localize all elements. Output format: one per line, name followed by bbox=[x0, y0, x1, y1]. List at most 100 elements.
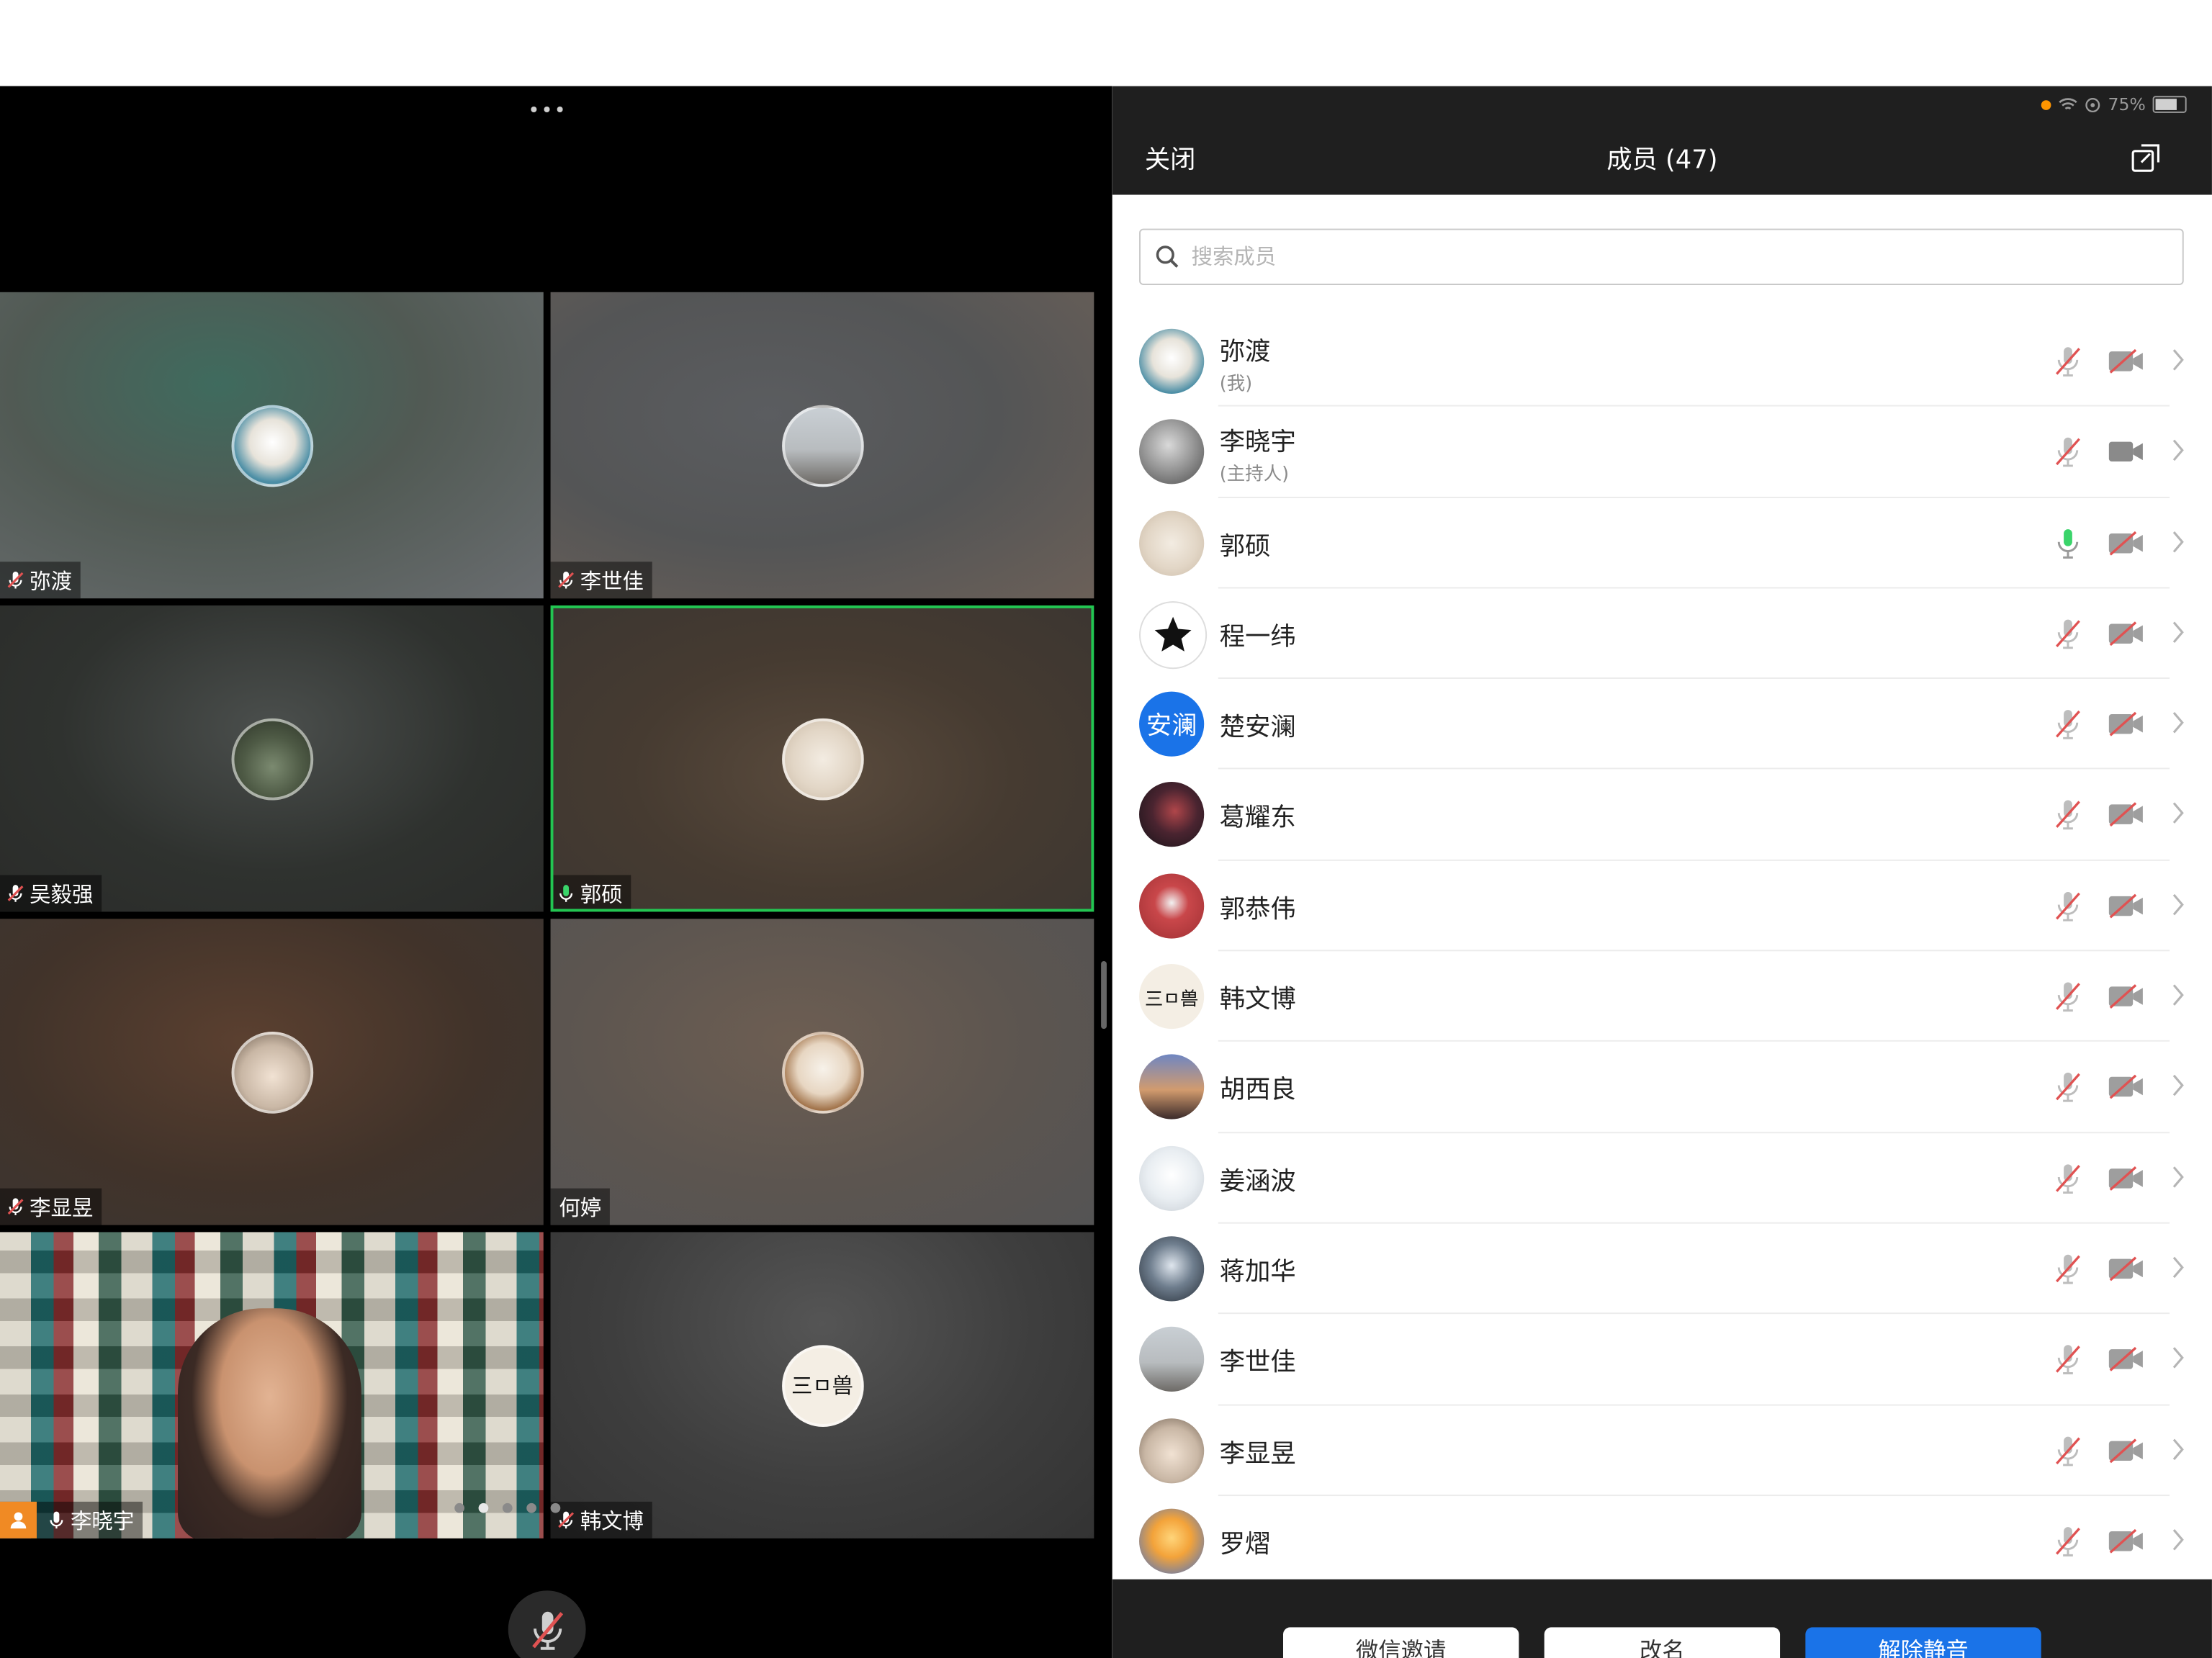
avatar bbox=[781, 717, 863, 800]
avatar: 三ㅁ兽 bbox=[781, 1344, 863, 1426]
avatar bbox=[230, 1031, 313, 1113]
member-avatar bbox=[1139, 1508, 1205, 1574]
search-box[interactable] bbox=[1139, 228, 2184, 286]
battery-icon bbox=[2152, 96, 2187, 113]
video-tile[interactable]: 吴毅强 bbox=[0, 605, 544, 912]
unmute-all-button[interactable]: 解除静音 bbox=[1805, 1627, 2041, 1658]
member-name: 韩文博 bbox=[1219, 985, 1296, 1015]
search-input[interactable] bbox=[1188, 243, 2041, 271]
more-options-button[interactable]: ••• bbox=[528, 100, 567, 122]
chevron-right-icon bbox=[2172, 440, 2184, 461]
mic-muted-icon bbox=[531, 1610, 563, 1649]
member-name: 李晓宇 bbox=[1219, 428, 1296, 458]
member-row[interactable]: 葛耀东 bbox=[1112, 770, 2212, 861]
recording-dot-icon bbox=[2041, 99, 2052, 109]
member-avatar bbox=[1139, 1236, 1205, 1302]
avatar-logo-art: 三ㅁ兽 bbox=[791, 1373, 853, 1399]
member-row[interactable]: 李显昱 bbox=[1112, 1405, 2212, 1497]
member-row[interactable]: 三ㅁ兽 韩文博 bbox=[1112, 951, 2212, 1043]
member-row[interactable]: 胡西良 bbox=[1112, 1042, 2212, 1134]
chevron-right-icon bbox=[2172, 1256, 2184, 1279]
unmute-button[interactable] bbox=[508, 1590, 586, 1658]
member-avatar bbox=[1139, 328, 1205, 394]
member-avatar: 安澜 bbox=[1139, 691, 1205, 757]
mic-muted-icon bbox=[2056, 1163, 2080, 1194]
camera-off-icon bbox=[2108, 1528, 2143, 1554]
tile-name-label: 李显昱 bbox=[0, 1188, 102, 1225]
avatar bbox=[230, 717, 313, 800]
tile-name: 郭硕 bbox=[580, 881, 623, 907]
member-row[interactable]: 罗熠 bbox=[1112, 1496, 2212, 1587]
page-dot bbox=[526, 1502, 536, 1513]
tile-name-label: 吴毅强 bbox=[0, 875, 102, 912]
lock-rotation-icon bbox=[2085, 97, 2100, 112]
member-row[interactable]: 李晓宇 (主持人) bbox=[1112, 407, 2212, 498]
member-name: 楚安澜 bbox=[1219, 713, 1296, 743]
camera-off-icon bbox=[2108, 531, 2143, 555]
avatar-logo-art: 三ㅁ兽 bbox=[1144, 988, 1199, 1010]
member-row[interactable]: 郭恭伟 bbox=[1112, 860, 2212, 952]
member-row[interactable]: 程一纬 bbox=[1112, 588, 2212, 680]
wechat-invite-button[interactable]: 微信邀请 bbox=[1283, 1627, 1519, 1658]
page-indicator[interactable] bbox=[454, 1502, 561, 1513]
member-row[interactable]: 蒋加华 bbox=[1112, 1224, 2212, 1315]
member-name: 李显昱 bbox=[1219, 1438, 1296, 1469]
camera-off-icon bbox=[2108, 712, 2143, 736]
mic-muted-icon bbox=[2056, 801, 2080, 831]
video-tile[interactable]: 三ㅁ兽 韩文博 bbox=[550, 1232, 1094, 1538]
member-name: 李世佳 bbox=[1219, 1348, 1296, 1378]
mic-muted-icon bbox=[2056, 1345, 2080, 1375]
star-icon bbox=[1154, 616, 1192, 652]
tile-name: 李世佳 bbox=[580, 568, 644, 594]
tile-name: 李晓宇 bbox=[71, 1508, 135, 1533]
member-avatar bbox=[1139, 600, 1208, 670]
video-tile[interactable]: 弥渡 bbox=[0, 292, 544, 599]
member-row[interactable]: 姜涵波 bbox=[1112, 1133, 2212, 1225]
member-avatar bbox=[1139, 419, 1205, 485]
mic-muted-icon bbox=[2056, 347, 2080, 377]
mic-muted-icon bbox=[2056, 438, 2080, 467]
member-name: 胡西良 bbox=[1219, 1076, 1296, 1106]
mic-muted-icon bbox=[2056, 1436, 2080, 1466]
member-row[interactable]: 弥渡 (我) bbox=[1112, 316, 2212, 407]
video-tile[interactable]: 何婷 bbox=[550, 919, 1094, 1225]
camera-off-icon bbox=[2108, 1075, 2143, 1100]
member-row[interactable]: 安澜 楚安澜 bbox=[1112, 679, 2212, 770]
mic-muted-icon bbox=[7, 1198, 24, 1215]
member-row[interactable]: 郭硕 bbox=[1112, 497, 2212, 589]
page-dot bbox=[454, 1502, 464, 1513]
video-tile-active-speaker[interactable]: 郭硕 bbox=[550, 605, 1094, 912]
rename-button[interactable]: 改名 bbox=[1544, 1627, 1781, 1658]
popout-window-icon[interactable] bbox=[2130, 143, 2161, 174]
tile-name: 吴毅强 bbox=[30, 881, 94, 907]
tile-name-label: 何婷 bbox=[550, 1188, 610, 1225]
panel-resize-handle[interactable] bbox=[1101, 961, 1107, 1030]
panel-title: 成员 (47) bbox=[1606, 145, 1718, 176]
members-panel: 75% 关闭 成员 (47) 弥渡 (我) 李晓宇 (主持人) 郭硕程一纬安澜楚安澜葛耀… bbox=[1112, 86, 2212, 1658]
tile-name-label: 李晓宇 bbox=[0, 1501, 143, 1538]
mic-muted-icon bbox=[2056, 710, 2080, 740]
chevron-right-icon bbox=[2172, 893, 2184, 915]
panel-bottom-bar: 微信邀请 改名 解除静音 bbox=[1112, 1579, 2212, 1658]
mic-muted-icon bbox=[7, 571, 24, 589]
member-row[interactable]: 李世佳 bbox=[1112, 1315, 2212, 1406]
member-name: 姜涵波 bbox=[1219, 1166, 1296, 1197]
chevron-right-icon bbox=[2172, 1166, 2184, 1188]
camera-off-icon bbox=[2108, 893, 2143, 919]
tile-name-label: 李世佳 bbox=[550, 562, 652, 599]
mic-muted-icon bbox=[2056, 1073, 2080, 1103]
mic-muted-icon bbox=[2056, 1254, 2080, 1284]
mic-muted-icon bbox=[7, 885, 24, 902]
member-name: 程一纬 bbox=[1219, 622, 1296, 652]
mic-muted-icon bbox=[558, 571, 575, 589]
camera-off-icon bbox=[2108, 1256, 2143, 1281]
chevron-right-icon bbox=[2172, 712, 2184, 734]
member-avatar: 三ㅁ兽 bbox=[1139, 964, 1205, 1030]
video-tile-host-camera[interactable]: 李晓宇 bbox=[0, 1232, 544, 1538]
mic-on-icon bbox=[559, 885, 573, 902]
video-tile[interactable]: 李世佳 bbox=[550, 292, 1094, 599]
tile-name-label: 韩文博 bbox=[550, 1501, 652, 1538]
member-role: (主持人) bbox=[1219, 464, 1290, 486]
video-tile[interactable]: 李显昱 bbox=[0, 919, 544, 1225]
chevron-right-icon bbox=[2172, 1075, 2184, 1097]
